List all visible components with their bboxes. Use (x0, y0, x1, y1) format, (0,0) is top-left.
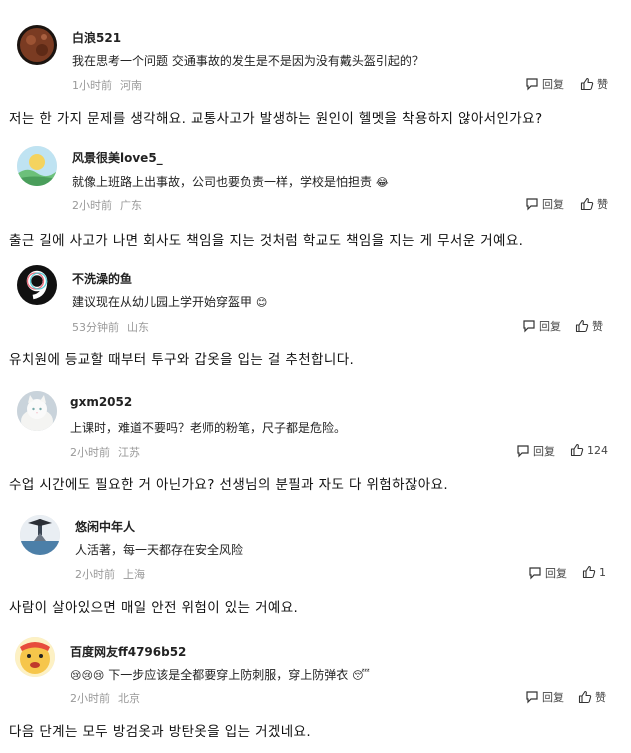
reply-label: 回复 (542, 198, 564, 211)
reply-label: 回复 (539, 320, 561, 333)
reply-icon (526, 198, 538, 211)
comment-time: 2小时前 (75, 568, 115, 581)
comment-location: 北京 (118, 692, 140, 705)
comment-text-body: 下一步应该是全都要穿上防刺服，穿上防弹衣 (108, 668, 349, 682)
username[interactable]: 百度网友ff4796b52 (70, 643, 186, 660)
comment-meta: 2小时前 上海 (75, 566, 145, 582)
like-label: 赞 (592, 320, 603, 333)
number-nine-avatar[interactable] (17, 265, 57, 305)
reply-label: 回复 (542, 78, 564, 91)
reply-icon (526, 78, 538, 91)
comment-text: 😢😢😢 下一步应该是全都要穿上防刺服，穿上防弹衣 😴 (70, 666, 370, 683)
reply-icon (526, 691, 538, 704)
comment-location: 山东 (127, 321, 149, 334)
comment-location: 上海 (123, 568, 145, 581)
like-button[interactable]: 赞 (580, 196, 608, 212)
korean-translation: 저는 한 가지 문제를 생각해요. 교통사고가 발생하는 원인이 헬멧을 착용하… (9, 111, 543, 127)
comment-text: 人活著，每一天都存在安全风险 (75, 543, 244, 557)
comment-time: 53分钟前 (72, 321, 119, 334)
comment-meta: 2小时前 北京 (70, 690, 140, 706)
comment-time: 1小时前 (72, 79, 112, 92)
reply-button[interactable]: 回复 (525, 76, 564, 92)
comment-text: 建议现在从幼儿园上学开始穿盔甲 😊 (72, 293, 267, 310)
comment-text: 我在思考一个问题 交通事故的发生是不是因为没有戴头盔引起的？ (72, 54, 424, 68)
username[interactable]: 白浪521 (72, 29, 121, 46)
reply-label: 回复 (533, 445, 555, 458)
comment-time: 2小时前 (70, 446, 110, 459)
reply-button[interactable]: 回复 (525, 196, 564, 212)
comment-time: 2小时前 (72, 199, 112, 212)
reply-label: 回复 (545, 567, 567, 580)
reply-button[interactable]: 回复 (528, 565, 567, 581)
like-label: 赞 (595, 691, 606, 704)
korean-translation: 수업 시간에도 필요한 거 아닌가요? 선생님의 분필과 자도 다 위험하잖아요… (9, 477, 449, 493)
comment-location: 河南 (120, 79, 142, 92)
comment-meta: 2小时前 江苏 (70, 444, 140, 460)
korean-translation: 유치원에 등교할 때부터 투구와 갑옷을 입는 걸 추천합니다. (9, 352, 355, 368)
reply-button[interactable]: 回复 (516, 443, 555, 459)
like-button[interactable]: 赞 (580, 76, 608, 92)
korean-translation: 사람이 살아있으면 매일 안전 위험이 있는 거예요. (9, 600, 299, 616)
landscape-avatar[interactable] (17, 146, 57, 186)
like-count: 1 (599, 565, 606, 579)
korean-translation: 다음 단계는 모두 방검옷과 방탄옷을 입는 거겠네요. (9, 724, 312, 740)
thumbs-up-icon (578, 690, 592, 704)
thumbs-up-icon (570, 443, 584, 457)
cartoon-face-avatar[interactable] (15, 637, 55, 677)
person-avatar[interactable] (20, 515, 60, 555)
sleepy-emoji: 😴 (352, 669, 370, 682)
username[interactable]: gxm2052 (70, 395, 132, 409)
like-button[interactable]: 1 (582, 565, 606, 579)
korean-translation: 출근 길에 사고가 나면 회사도 책임을 지는 것처럼 학교도 책임을 지는 게… (9, 233, 524, 249)
comment-time: 2小时前 (70, 692, 110, 705)
like-button[interactable]: 赞 (575, 318, 603, 334)
comment-meta: 2小时前 广东 (72, 197, 142, 213)
like-label: 赞 (597, 198, 608, 211)
moon-avatar[interactable] (17, 25, 57, 65)
like-button[interactable]: 124 (570, 443, 608, 457)
comment-meta: 1小时前 河南 (72, 77, 142, 93)
like-button[interactable]: 赞 (578, 689, 606, 705)
crying-emoji: 😢😢😢 (70, 669, 105, 682)
smile-emoji: 😊 (255, 296, 268, 309)
like-label: 赞 (597, 78, 608, 91)
reply-button[interactable]: 回复 (525, 689, 564, 705)
like-count: 124 (587, 443, 608, 457)
comment-text-body: 建议现在从幼儿园上学开始穿盔甲 (72, 295, 253, 309)
white-cat-avatar[interactable] (17, 391, 57, 431)
reply-label: 回复 (542, 691, 564, 704)
reply-icon (529, 567, 541, 580)
comment-meta: 53分钟前 山东 (72, 319, 149, 335)
thumbs-up-icon (580, 197, 594, 211)
laughing-emoji: 😂 (375, 176, 389, 189)
comment-location: 广东 (120, 199, 142, 212)
username[interactable]: 风景很美love5_ (72, 149, 163, 166)
username[interactable]: 不洗澡的鱼 (72, 270, 132, 287)
comment-text: 上课时，难道不要吗？老师的粉笔，尺子都是危险。 (70, 421, 347, 435)
reply-icon (517, 445, 529, 458)
thumbs-up-icon (582, 565, 596, 579)
username[interactable]: 悠闲中年人 (75, 518, 135, 535)
reply-button[interactable]: 回复 (522, 318, 561, 334)
thumbs-up-icon (575, 319, 589, 333)
comment-text-body: 就像上班路上出事故，公司也要负责一样，学校是怕担责 (72, 175, 373, 189)
comment-location: 江苏 (118, 446, 140, 459)
comment-text: 就像上班路上出事故，公司也要负责一样，学校是怕担责 😂 (72, 173, 389, 190)
reply-icon (523, 320, 535, 333)
thumbs-up-icon (580, 77, 594, 91)
